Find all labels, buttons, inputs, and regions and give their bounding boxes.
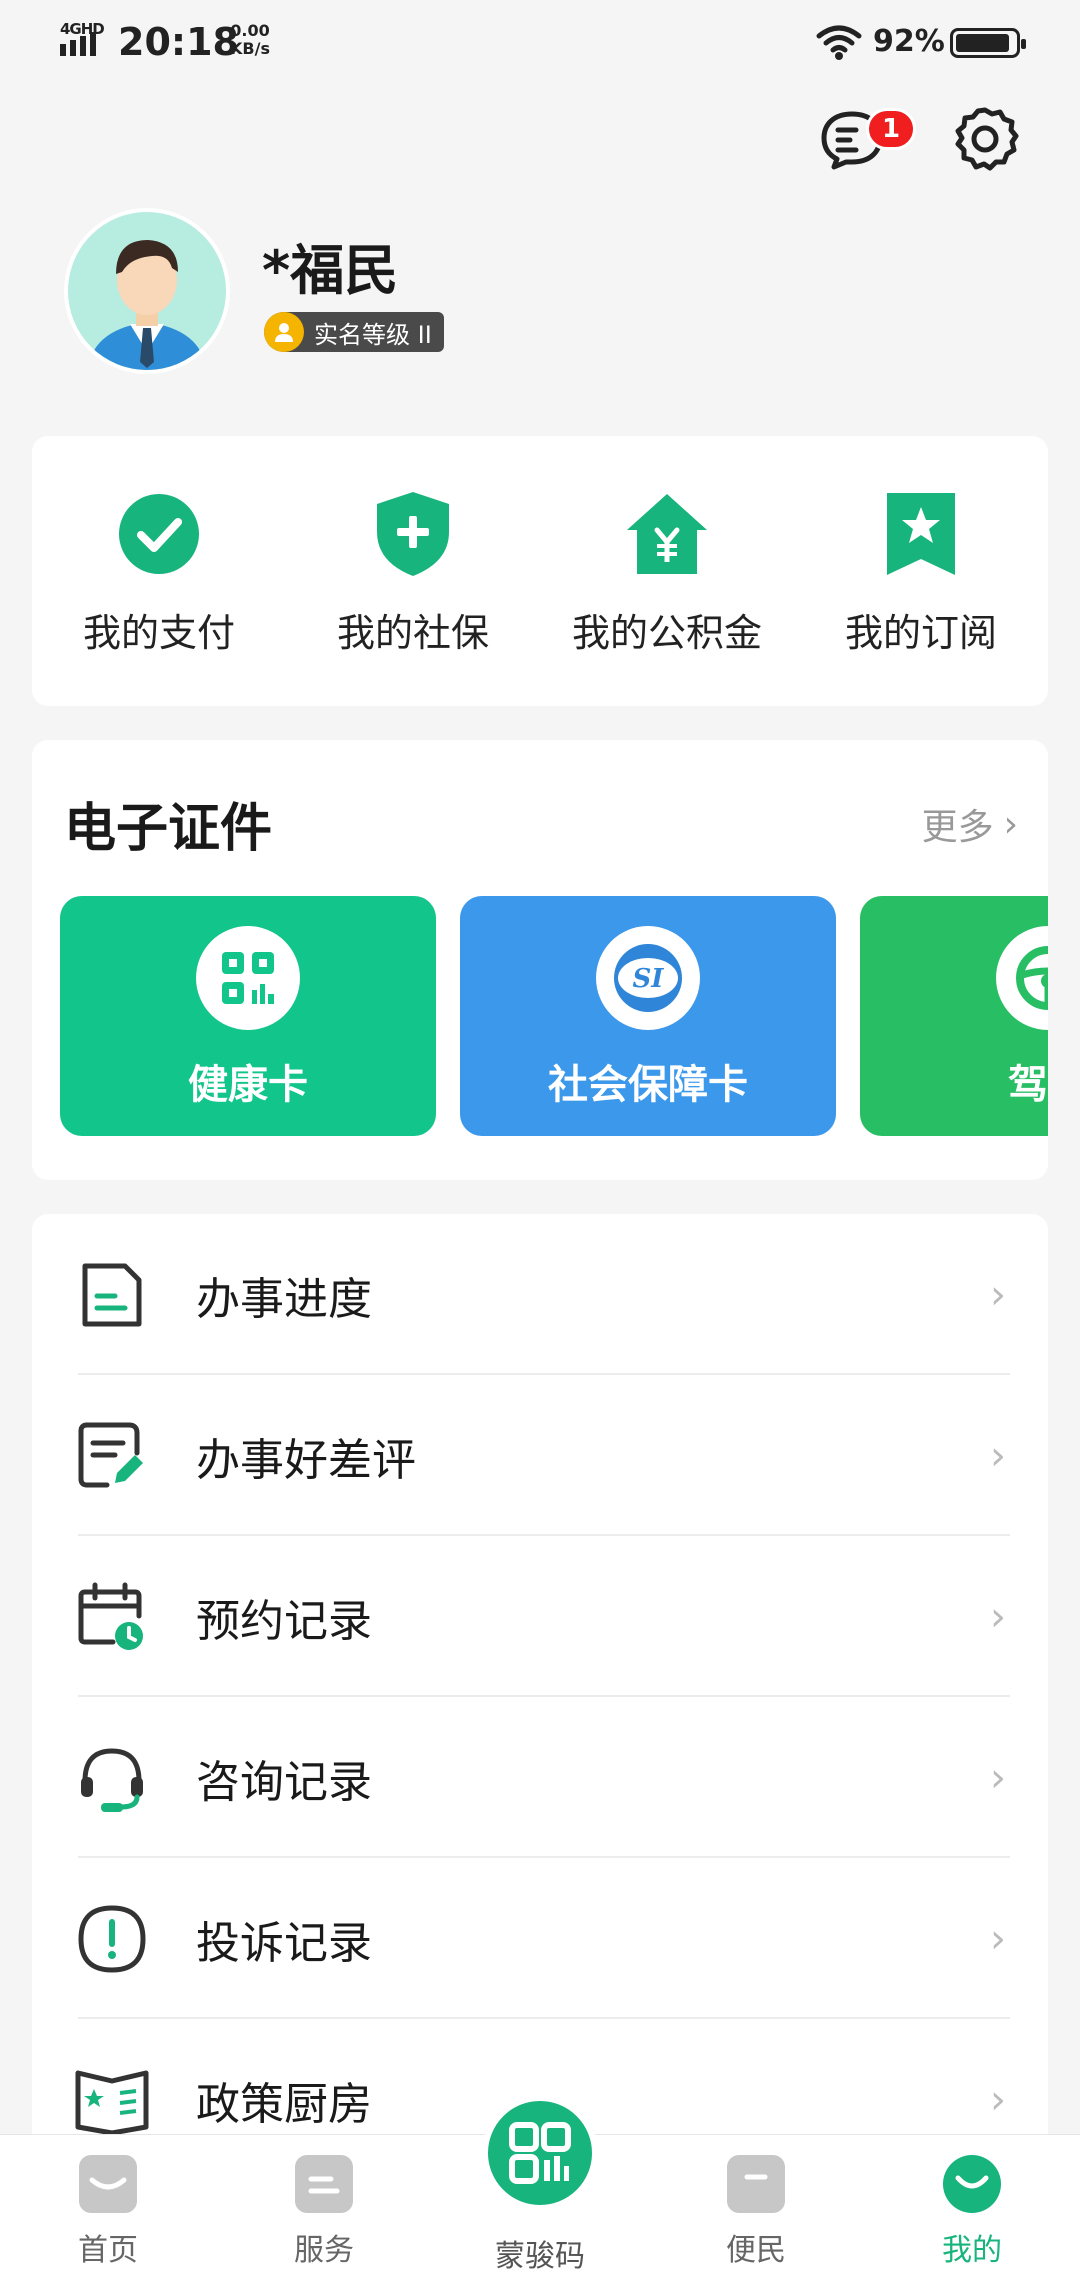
chevron-right-icon: › bbox=[1003, 803, 1018, 845]
nav-tab-convenience[interactable]: 便民 bbox=[686, 2155, 826, 2269]
chevron-right-icon: › bbox=[990, 1432, 1006, 1479]
nav-tab-services[interactable]: 服务 bbox=[254, 2155, 394, 2269]
section-title: 电子证件 bbox=[64, 799, 273, 859]
bookmark-star-icon bbox=[873, 486, 969, 582]
chevron-right-icon: › bbox=[990, 2076, 1006, 2123]
wifi-icon bbox=[816, 25, 862, 60]
quick-actions-card: 我的支付 我的社保 我的公积金 我的订阅 bbox=[32, 436, 1048, 706]
more-link[interactable]: 更多 › bbox=[922, 798, 1018, 850]
battery-fill bbox=[956, 34, 1009, 52]
avatar[interactable] bbox=[64, 208, 230, 374]
check-circle-icon bbox=[111, 486, 207, 582]
menu-item-complaints[interactable]: 投诉记录 › bbox=[32, 1858, 1048, 2019]
nav-label: 我的 bbox=[942, 2233, 1002, 2268]
battery-tip bbox=[1021, 39, 1026, 49]
realname-level-text: 实名等级 II bbox=[314, 320, 432, 349]
realname-level-badge[interactable]: 实名等级 II bbox=[264, 312, 444, 352]
menu-item-progress[interactable]: 办事进度 › bbox=[32, 1214, 1048, 1375]
network-type: 4GHD bbox=[60, 20, 105, 38]
quick-action-label: 我的社保 bbox=[336, 611, 489, 655]
steering-wheel-icon bbox=[996, 926, 1048, 1030]
menu-item-appointments[interactable]: 预约记录 › bbox=[32, 1536, 1048, 1697]
nav-tab-code-button[interactable] bbox=[482, 2095, 598, 2211]
message-badge: 1 bbox=[866, 108, 916, 150]
nav-label: 服务 bbox=[294, 2233, 354, 2268]
menu-item-label: 办事进度 bbox=[196, 1273, 372, 1325]
menu-item-label: 预约记录 bbox=[196, 1595, 372, 1647]
policy-book-icon bbox=[74, 2062, 150, 2138]
svg-text:SI: SI bbox=[633, 964, 665, 994]
calendar-clock-icon bbox=[74, 1579, 150, 1655]
driving-license-tile[interactable]: 驾驶 bbox=[860, 896, 1048, 1136]
person-icon bbox=[264, 312, 304, 352]
certificate-label: 驾驶 bbox=[1008, 1062, 1048, 1108]
chevron-right-icon: › bbox=[990, 1915, 1006, 1962]
quick-action-label: 我的公积金 bbox=[571, 611, 762, 655]
services-icon bbox=[295, 2155, 353, 2213]
quick-action-social-insurance[interactable]: 我的社保 bbox=[286, 486, 540, 657]
home-icon bbox=[79, 2155, 137, 2213]
house-yuan-icon bbox=[619, 486, 715, 582]
battery-percent: 92% bbox=[873, 24, 945, 59]
avatar-illustration bbox=[88, 240, 206, 370]
battery-icon bbox=[950, 28, 1026, 58]
social-security-icon: SI bbox=[596, 926, 700, 1030]
nav-label-code: 蒙骏码 bbox=[495, 2239, 585, 2274]
network-speed-unit: KB/s bbox=[230, 39, 270, 58]
nav-label: 首页 bbox=[78, 2233, 138, 2268]
menu-item-label: 咨询记录 bbox=[196, 1756, 372, 1808]
quick-action-subscription[interactable]: 我的订阅 bbox=[794, 486, 1048, 657]
network-speed-value: 0.00 bbox=[230, 21, 270, 40]
nav-label: 便民 bbox=[726, 2233, 786, 2268]
nav-tab-mine[interactable]: 我的 bbox=[902, 2155, 1042, 2269]
menu-item-label: 投诉记录 bbox=[196, 1917, 372, 1969]
chevron-right-icon: › bbox=[990, 1271, 1006, 1318]
quick-action-label: 我的订阅 bbox=[844, 611, 997, 655]
bottom-navigation: 首页 服务 蒙骏码 便民 我的 bbox=[0, 2095, 1080, 2280]
social-security-card-tile[interactable]: SI 社会保障卡 bbox=[460, 896, 836, 1136]
review-edit-icon bbox=[74, 1418, 150, 1494]
complaint-alert-icon bbox=[74, 1901, 150, 1977]
e-certificates-card: 电子证件 更多 › 健康卡 SI 社会保障卡 驾 bbox=[32, 740, 1048, 1180]
gear-icon[interactable] bbox=[950, 104, 1020, 174]
health-card-tile[interactable]: 健康卡 bbox=[60, 896, 436, 1136]
quick-action-housing-fund[interactable]: 我的公积金 bbox=[540, 486, 794, 657]
menu-item-label: 政策厨房 bbox=[196, 2078, 372, 2130]
chevron-right-icon: › bbox=[990, 1754, 1006, 1801]
menu-item-consultations[interactable]: 咨询记录 › bbox=[32, 1697, 1048, 1858]
certificate-label: 社会保障卡 bbox=[548, 1062, 748, 1108]
qr-code-icon bbox=[196, 926, 300, 1030]
user-name: *福民 bbox=[262, 239, 399, 302]
headset-icon bbox=[74, 1740, 150, 1816]
more-label: 更多 bbox=[921, 807, 994, 848]
shield-plus-icon bbox=[365, 486, 461, 582]
menu-item-label: 办事好差评 bbox=[196, 1434, 416, 1486]
network-speed: 0.00 KB/s bbox=[230, 22, 270, 58]
quick-action-label: 我的支付 bbox=[82, 611, 235, 655]
status-bar: 4GHD 20:18 0.00 KB/s 92% bbox=[0, 0, 1080, 86]
qr-code-icon bbox=[509, 2122, 571, 2184]
quick-action-payment[interactable]: 我的支付 bbox=[32, 486, 286, 657]
chevron-right-icon: › bbox=[990, 1593, 1006, 1640]
document-progress-icon bbox=[74, 1257, 150, 1333]
clock: 20:18 bbox=[118, 20, 239, 64]
nav-tab-home[interactable]: 首页 bbox=[38, 2155, 178, 2269]
bookmark-icon bbox=[727, 2155, 785, 2213]
user-smile-icon bbox=[943, 2155, 1001, 2213]
menu-item-review[interactable]: 办事好差评 › bbox=[32, 1375, 1048, 1536]
certificate-label: 健康卡 bbox=[188, 1062, 308, 1108]
